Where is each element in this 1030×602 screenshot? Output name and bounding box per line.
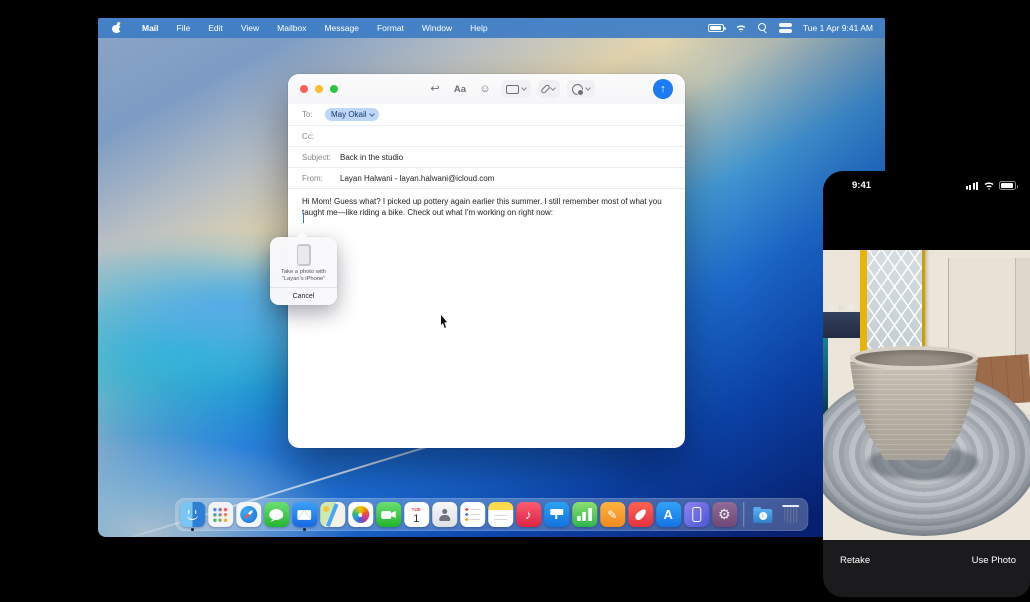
dock-messages-icon[interactable] <box>264 502 289 527</box>
iphone-icon <box>297 244 311 266</box>
message-body[interactable]: Hi Mom! Guess what? I picked up pottery … <box>288 188 685 226</box>
dock-music-icon[interactable]: ♪ <box>516 502 541 527</box>
battery-icon <box>999 181 1016 190</box>
undo-icon[interactable]: ↩ <box>426 80 444 98</box>
dock-separator <box>743 502 745 527</box>
dock-iphone-mirroring-icon[interactable] <box>684 502 709 527</box>
text-caret <box>303 213 304 223</box>
search-icon[interactable] <box>758 23 768 33</box>
menu-clock[interactable]: Tue 1 Apr 9:41 AM <box>803 23 873 33</box>
dock-active-indicator <box>303 528 306 531</box>
send-button[interactable]: ↑ <box>653 79 673 99</box>
menu-status-area: Tue 1 Apr 9:41 AM <box>708 23 885 33</box>
dock-settings-icon[interactable]: ⚙ <box>712 502 737 527</box>
chevron-down-icon <box>521 85 527 91</box>
chevron-down-icon <box>550 85 556 91</box>
dock-maps-icon[interactable] <box>320 502 345 527</box>
mail-compose-window: ↩ Aa ☺ ↑ To: May Ok <box>288 74 685 448</box>
subject-field[interactable]: Subject: Back in the studio <box>288 146 685 167</box>
format-text-icon[interactable]: Aa <box>451 80 469 98</box>
menu-item-file[interactable]: File <box>168 18 200 38</box>
dock-calendar-icon[interactable]: Tue1 <box>404 502 429 527</box>
traffic-lights <box>288 85 338 93</box>
dock-downloads-icon[interactable] <box>750 502 775 527</box>
dock-launchpad-icon[interactable] <box>208 502 233 527</box>
photo-browser-icon <box>506 85 519 94</box>
dock-notes-icon[interactable] <box>488 502 513 527</box>
menu-left: MailFileEditViewMailboxMessageFormatWind… <box>98 18 497 38</box>
cancel-button[interactable]: Cancel <box>270 291 337 302</box>
dock-reminders-icon[interactable] <box>460 502 485 527</box>
to-field[interactable]: To: May Okail <box>288 104 685 125</box>
dock-trash-icon[interactable] <box>778 502 803 527</box>
control-center-icon[interactable] <box>779 23 792 33</box>
cc-field[interactable]: Cc: <box>288 125 685 146</box>
iphone-camera-panel: 9:41 Retake Use Photo <box>823 171 1030 597</box>
dock-keynote-icon[interactable] <box>544 502 569 527</box>
dock-facetime-icon[interactable] <box>376 502 401 527</box>
insert-from-iphone-button[interactable] <box>567 80 595 98</box>
to-label: To: <box>302 110 318 119</box>
dock-numbers-icon[interactable] <box>572 502 597 527</box>
dock-appstore-icon[interactable]: A <box>656 502 681 527</box>
dock-rocket-icon[interactable] <box>628 502 653 527</box>
menu-item-help[interactable]: Help <box>461 18 496 38</box>
cellular-signal-icon <box>966 182 979 190</box>
camera-preview <box>823 250 1030 540</box>
iphone-clock: 9:41 <box>852 180 871 191</box>
subject-value: Back in the studio <box>340 153 403 162</box>
menu-item-view[interactable]: View <box>232 18 268 38</box>
subject-label: Subject: <box>302 153 333 162</box>
iphone-status-bar: 9:41 <box>823 171 1030 205</box>
compose-toolbar: ↩ Aa ☺ <box>426 74 595 104</box>
mac-display: MailFileEditViewMailboxMessageFormatWind… <box>98 18 885 537</box>
popover-title: Take a photo with “Layan’s iPhone” <box>270 269 337 284</box>
chevron-down-icon <box>585 85 591 91</box>
dock-pages-icon[interactable]: ✎ <box>600 502 625 527</box>
menu-item-format[interactable]: Format <box>368 18 413 38</box>
dock-mail-icon[interactable] <box>292 502 317 527</box>
photo-browser-button[interactable] <box>501 80 531 98</box>
from-field[interactable]: From: Layan Halwani - layan.halwani@iclo… <box>288 167 685 188</box>
camera-action-bar: Retake Use Photo <box>823 540 1030 597</box>
teal-accent <box>823 338 828 418</box>
use-photo-button[interactable]: Use Photo <box>972 555 1016 566</box>
minimize-button[interactable] <box>315 85 323 93</box>
from-value: Layan Halwani - layan.halwani@icloud.com <box>340 174 494 183</box>
popover-divider <box>270 287 337 288</box>
paperclip-icon <box>540 84 551 95</box>
wifi-icon <box>983 181 995 190</box>
dock-safari-icon[interactable] <box>236 502 261 527</box>
menu-item-message[interactable]: Message <box>315 18 368 38</box>
dock-finder-icon[interactable] <box>180 502 205 527</box>
attachment-button[interactable] <box>538 80 560 98</box>
dock: Tue1 ♪ ✎ A ⚙ <box>175 498 809 531</box>
dock-active-indicator <box>191 528 194 531</box>
menu-items: MailFileEditViewMailboxMessageFormatWind… <box>133 18 497 38</box>
emoji-icon[interactable]: ☺ <box>476 80 494 98</box>
chevron-down-icon <box>369 111 375 117</box>
wifi-icon[interactable] <box>735 24 747 33</box>
dock-photos-icon[interactable] <box>348 502 373 527</box>
menu-item-mail[interactable]: Mail <box>133 18 168 38</box>
zoom-button[interactable] <box>330 85 338 93</box>
insert-from-iphone-icon <box>572 84 583 95</box>
battery-icon[interactable] <box>708 24 724 32</box>
close-button[interactable] <box>300 85 308 93</box>
retake-button[interactable]: Retake <box>840 555 870 566</box>
cc-label: Cc: <box>302 132 318 141</box>
dock-contacts-icon[interactable] <box>432 502 457 527</box>
clay-bowl-rim <box>850 346 978 370</box>
menu-item-edit[interactable]: Edit <box>199 18 232 38</box>
apple-menu-icon[interactable] <box>112 23 121 33</box>
menu-bar: MailFileEditViewMailboxMessageFormatWind… <box>98 18 885 38</box>
menu-item-mailbox[interactable]: Mailbox <box>268 18 315 38</box>
compose-titlebar: ↩ Aa ☺ ↑ <box>288 74 685 104</box>
continuity-camera-popover: Take a photo with “Layan’s iPhone” Cance… <box>270 237 337 305</box>
menu-item-window[interactable]: Window <box>413 18 461 38</box>
recipient-name: May Okail <box>331 110 367 119</box>
recipient-token[interactable]: May Okail <box>325 108 379 121</box>
from-label: From: <box>302 174 333 183</box>
